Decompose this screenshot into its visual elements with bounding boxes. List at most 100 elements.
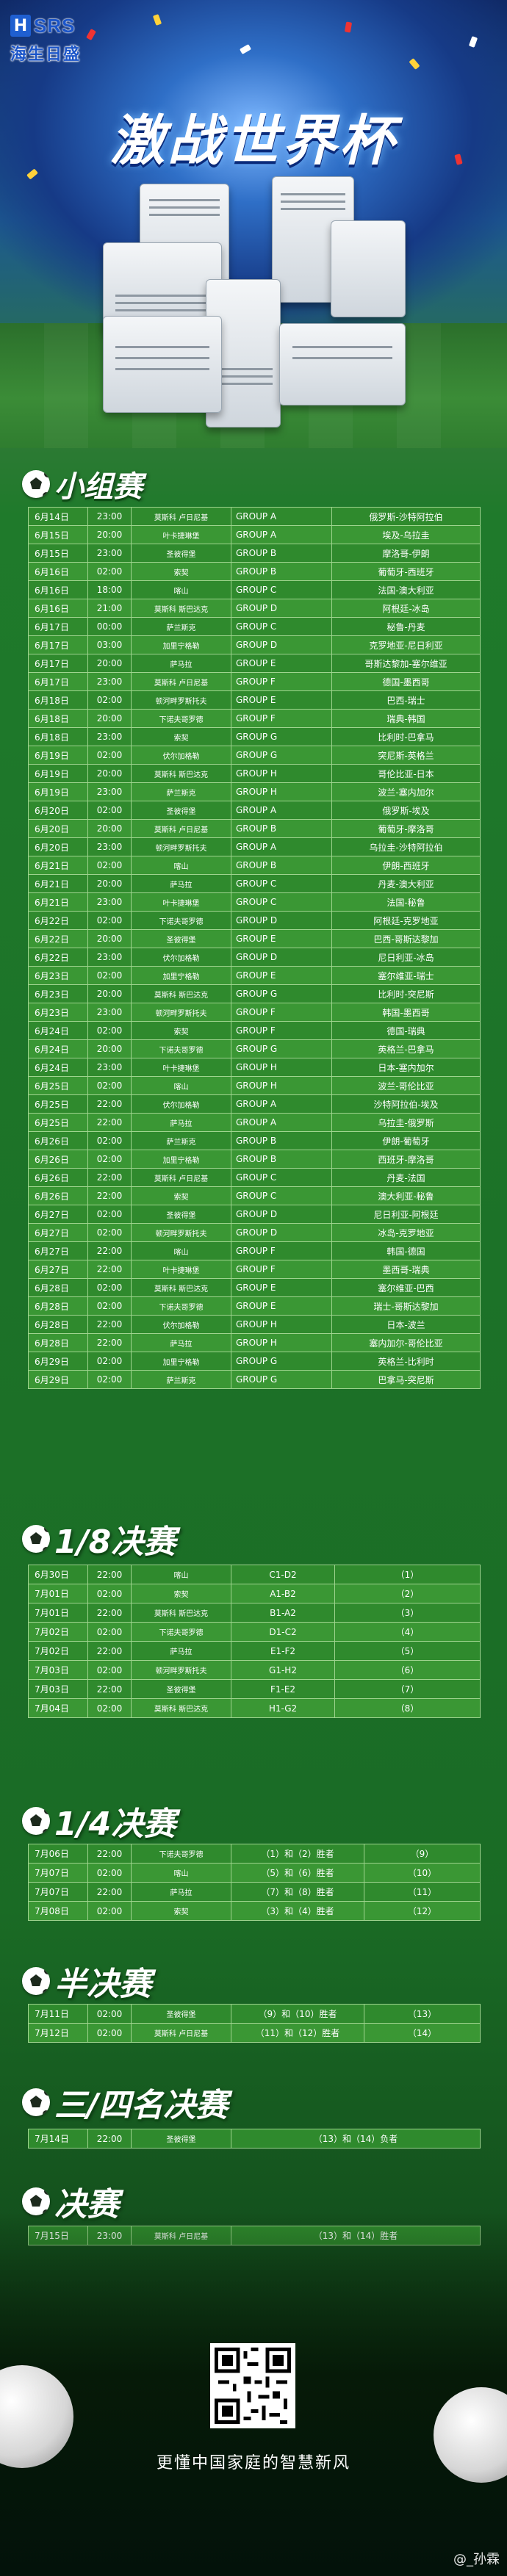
ac-unit-side: [331, 220, 406, 317]
match-venue: 莫斯科 斯巴达克: [131, 764, 231, 783]
match-pairing: F1-E2: [231, 1679, 335, 1699]
match-teams: 丹麦-澳大利亚: [331, 874, 481, 893]
match-venue: 顿河畔罗斯托夫: [131, 1660, 231, 1680]
match-group: GROUP B: [231, 1131, 332, 1150]
qr-code[interactable]: [210, 2343, 295, 2428]
match-time: 20:00: [87, 929, 132, 948]
match-pairing: G1-H2: [231, 1660, 335, 1680]
group-stage-table: 6月14日 23:00 莫斯科 卢日尼基 GROUP A 俄罗斯-沙特阿拉伯 6月15日 2…: [28, 507, 481, 1389]
table-row: 6月24日 20:00 下诺夫哥罗德 GROUP G 英格兰-巴拿马: [28, 1039, 481, 1058]
match-date: 6月25日: [28, 1113, 88, 1132]
match-venue: 圣彼得堡: [131, 801, 231, 820]
match-group: GROUP F: [231, 1003, 332, 1022]
match-venue: 圣彼得堡: [131, 1679, 231, 1699]
match-time: 22:00: [87, 1113, 132, 1132]
match-date: 7月04日: [28, 1698, 88, 1718]
match-venue: 加里宁格勒: [131, 635, 231, 654]
match-time: 00:00: [87, 617, 132, 636]
match-time: 20:00: [87, 654, 132, 673]
table-row: 6月18日 20:00 下诺夫哥罗德 GROUP F 瑞典-韩国: [28, 709, 481, 728]
match-teams: 巴西-瑞士: [331, 690, 481, 710]
match-time: 23:00: [87, 1003, 132, 1022]
table-row: 6月23日 20:00 莫斯科 斯巴达克 GROUP G 比利时-突尼斯: [28, 984, 481, 1003]
section-heading: 小组赛: [54, 470, 143, 504]
match-date: 7月12日: [28, 2023, 88, 2043]
match-teams: 尼日利亚-阿根廷: [331, 1205, 481, 1224]
match-date: 6月30日: [28, 1565, 88, 1584]
page-title: 激战世界杯: [110, 109, 397, 173]
match-teams: 英格兰-巴拿马: [331, 1039, 481, 1058]
match-date: 6月28日: [28, 1333, 88, 1352]
match-group: GROUP F: [231, 1241, 332, 1260]
match-venue: 圣彼得堡: [131, 929, 231, 948]
match-group: GROUP F: [231, 1021, 332, 1040]
ac-unit-duct: [103, 316, 222, 413]
match-time: 20:00: [87, 525, 132, 544]
match-teams: 波兰-塞内加尔: [331, 782, 481, 801]
match-venue: 喀山: [131, 1863, 231, 1883]
match-date: 6月25日: [28, 1076, 88, 1095]
match-pairing: （5）和（6）胜者: [231, 1863, 364, 1883]
match-date: 6月26日: [28, 1168, 88, 1187]
table-row: 7月01日 22:00 莫斯科 斯巴达克 B1-A2 （3）: [28, 1603, 481, 1623]
match-teams: 瑞典-韩国: [331, 709, 481, 728]
match-venue: 圣彼得堡: [131, 1205, 231, 1224]
table-row: 6月15日 20:00 叶卡捷琳堡 GROUP A 埃及-乌拉圭: [28, 525, 481, 544]
table-row: 6月20日 02:00 圣彼得堡 GROUP A 俄罗斯-埃及: [28, 801, 481, 820]
match-date: 7月01日: [28, 1584, 88, 1603]
match-date: 6月18日: [28, 690, 88, 710]
table-row: 7月12日 02:00 莫斯科 卢日尼基 （11）和（12）胜者 （14）: [28, 2023, 481, 2043]
match-time: 23:00: [87, 892, 132, 912]
match-date: 6月28日: [28, 1315, 88, 1334]
table-row: 7月02日 02:00 下诺夫哥罗德 D1-C2 （4）: [28, 1622, 481, 1642]
match-number: （14）: [364, 2023, 481, 2043]
match-venue: 下诺夫哥罗德: [131, 1844, 231, 1864]
match-date: 6月24日: [28, 1021, 88, 1040]
table-row: 6月17日 03:00 加里宁格勒 GROUP D 克罗地亚-尼日利亚: [28, 635, 481, 654]
table-row: 6月26日 22:00 索契 GROUP C 澳大利亚-秘鲁: [28, 1186, 481, 1205]
hero-banner: H SRS 海生日盛 激战世界杯: [0, 0, 507, 448]
poster: H SRS 海生日盛 激战世界杯 小组赛 6月14日 23:00 莫斯科 卢日尼基 GR…: [0, 0, 507, 2576]
third-place-table: 7月14日 22:00 圣彼得堡 （13）和（14）负者: [28, 2129, 481, 2149]
match-venue: 萨马拉: [131, 874, 231, 893]
match-date: 6月26日: [28, 1186, 88, 1205]
match-group: GROUP E: [231, 966, 332, 985]
table-row: 6月26日 02:00 萨兰斯克 GROUP B 伊朗-葡萄牙: [28, 1131, 481, 1150]
match-pairing: （3）和（4）胜者: [231, 1901, 364, 1921]
match-venue: 索契: [131, 1901, 231, 1921]
match-time: 22:00: [87, 1565, 132, 1584]
table-row: 6月29日 02:00 萨兰斯克 GROUP G 巴拿马-突尼斯: [28, 1370, 481, 1389]
match-time: 23:00: [87, 782, 132, 801]
match-date: 6月17日: [28, 654, 88, 673]
match-venue: 伏尔加格勒: [131, 746, 231, 765]
logo-mark-text: SRS: [34, 14, 76, 37]
match-venue: 喀山: [131, 580, 231, 599]
match-teams: 法国-澳大利亚: [331, 580, 481, 599]
pitch-stripe: [44, 323, 88, 448]
match-teams: 俄罗斯-埃及: [331, 801, 481, 820]
match-group: GROUP E: [231, 1278, 332, 1297]
table-row: 6月23日 02:00 加里宁格勒 GROUP E 塞尔维亚-瑞士: [28, 966, 481, 985]
match-date: 6月24日: [28, 1039, 88, 1058]
match-date: 6月22日: [28, 929, 88, 948]
match-date: 6月15日: [28, 544, 88, 563]
match-group: GROUP E: [231, 1296, 332, 1316]
match-date: 6月15日: [28, 525, 88, 544]
match-number: （1）: [334, 1565, 481, 1584]
match-time: 02:00: [87, 1076, 132, 1095]
match-time: 02:00: [87, 1622, 132, 1642]
match-date: 7月01日: [28, 1603, 88, 1623]
match-teams: 尼日利亚-冰岛: [331, 948, 481, 967]
match-date: 6月21日: [28, 874, 88, 893]
match-teams: 丹麦-法国: [331, 1168, 481, 1187]
match-date: 7月03日: [28, 1679, 88, 1699]
match-group: GROUP E: [231, 654, 332, 673]
match-group: GROUP G: [231, 727, 332, 746]
table-row: 7月01日 02:00 索契 A1-B2 （2）: [28, 1584, 481, 1603]
match-time: 02:00: [87, 1223, 132, 1242]
match-time: 20:00: [87, 874, 132, 893]
match-teams: 瑞士-哥斯达黎加: [331, 1296, 481, 1316]
section-heading: 三/四名决赛: [54, 2087, 229, 2124]
match-date: 7月14日: [28, 2129, 88, 2149]
match-group: GROUP G: [231, 1352, 332, 1371]
